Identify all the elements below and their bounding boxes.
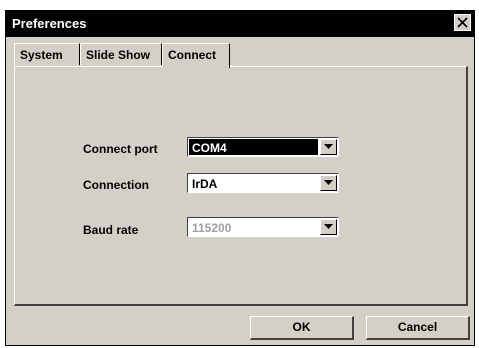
window-title: Preferences: [12, 16, 87, 31]
baud-rate-value: 115200: [192, 221, 232, 235]
connection-dropdown[interactable]: IrDA: [187, 173, 339, 193]
baud-rate-dropdown-button[interactable]: [320, 219, 337, 235]
connect-port-value: COM4: [192, 141, 227, 155]
connection-value: IrDA: [192, 177, 218, 191]
tab-connect-label: Connect: [168, 48, 216, 62]
tab-connect[interactable]: Connect: [162, 43, 230, 68]
chevron-down-icon: [324, 180, 333, 185]
connection-label: Connection: [83, 178, 149, 192]
ok-button[interactable]: OK: [250, 316, 354, 340]
baud-rate-dropdown[interactable]: 115200: [187, 217, 339, 237]
chevron-down-icon: [324, 144, 333, 149]
connection-dropdown-button[interactable]: [320, 175, 337, 191]
baud-rate-label: Baud rate: [83, 223, 139, 237]
preferences-dialog: Preferences System Slide Show Connect Co…: [5, 10, 475, 346]
tab-slide-show-label: Slide Show: [86, 48, 151, 62]
tab-system[interactable]: System: [14, 43, 80, 65]
connect-panel: Connect port COM4 Connection IrDA Baud r…: [14, 66, 468, 306]
close-button[interactable]: [454, 14, 471, 31]
tab-slide-show[interactable]: Slide Show: [80, 43, 162, 65]
chevron-down-icon: [324, 224, 333, 229]
title-bar[interactable]: Preferences: [6, 11, 474, 37]
connect-port-dropdown[interactable]: COM4: [187, 137, 339, 157]
connect-port-dropdown-button[interactable]: [320, 139, 337, 155]
close-icon: [457, 17, 468, 28]
tab-system-label: System: [20, 48, 63, 62]
connect-port-label: Connect port: [83, 142, 158, 156]
cancel-button[interactable]: Cancel: [366, 316, 470, 340]
